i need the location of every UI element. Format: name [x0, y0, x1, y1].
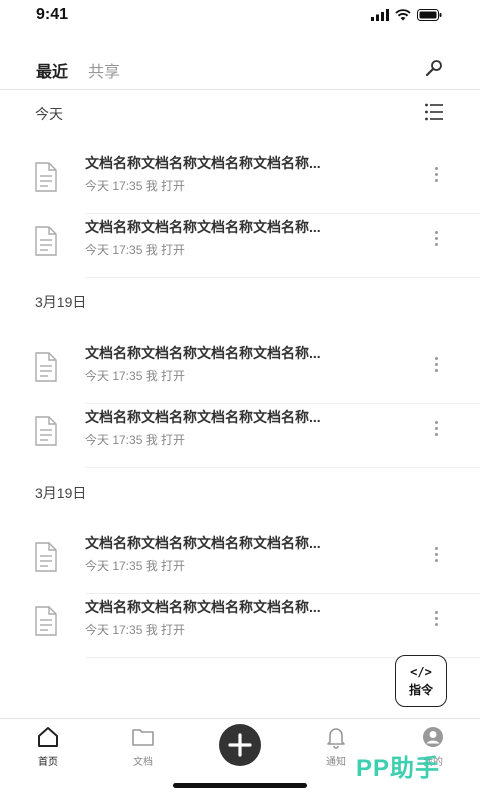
- more-vertical-icon[interactable]: [428, 416, 444, 440]
- doc-title: 文档名称文档名称文档名称文档名称...: [85, 535, 321, 551]
- doc-title: 文档名称文档名称文档名称文档名称...: [85, 345, 321, 361]
- document-icon: [35, 226, 57, 256]
- list-item[interactable]: 文档名称文档名称文档名称文档名称... 今天 17:35 我 打开: [0, 214, 480, 278]
- doc-meta: 今天 17:35 我 打开: [85, 243, 186, 257]
- divider: [85, 467, 480, 468]
- doc-meta: 今天 17:35 我 打开: [85, 559, 186, 573]
- doc-title: 文档名称文档名称文档名称文档名称...: [85, 155, 321, 171]
- doc-title: 文档名称文档名称文档名称文档名称...: [85, 219, 321, 235]
- divider: [85, 277, 480, 278]
- more-vertical-icon[interactable]: [428, 162, 444, 186]
- section-label: 3月19日: [35, 294, 87, 310]
- tab-share[interactable]: 共享: [88, 58, 120, 82]
- plus-icon: [228, 733, 252, 757]
- command-button[interactable]: </> 指令: [395, 655, 447, 707]
- more-vertical-icon[interactable]: [428, 606, 444, 630]
- bell-icon: [327, 728, 345, 749]
- list-item[interactable]: 文档名称文档名称文档名称文档名称... 今天 17:35 我 打开: [0, 340, 480, 404]
- home-icon: [38, 727, 58, 747]
- more-vertical-icon[interactable]: [428, 352, 444, 376]
- section-label: 3月19日: [35, 485, 87, 501]
- nav-home[interactable]: 首页: [18, 725, 78, 773]
- document-icon: [35, 542, 57, 572]
- section-header: 3月19日: [0, 481, 480, 505]
- list-item[interactable]: 文档名称文档名称文档名称文档名称... 今天 17:35 我 打开: [0, 404, 480, 468]
- folder-icon: [132, 729, 154, 746]
- user-icon: [423, 727, 443, 747]
- doc-title: 文档名称文档名称文档名称文档名称...: [85, 599, 321, 615]
- wifi-icon: [395, 9, 411, 21]
- battery-icon: [417, 9, 442, 21]
- document-icon: [35, 162, 57, 192]
- add-button[interactable]: [219, 724, 261, 766]
- list-item[interactable]: 文档名称文档名称文档名称文档名称... 今天 17:35 我 打开: [0, 594, 480, 658]
- doc-meta: 今天 17:35 我 打开: [85, 623, 186, 637]
- tab-recent[interactable]: 最近: [36, 58, 68, 82]
- top-tabs: 最近 共享: [0, 52, 480, 90]
- document-icon: [35, 352, 57, 382]
- list-item[interactable]: 文档名称文档名称文档名称文档名称... 今天 17:35 我 打开: [0, 530, 480, 594]
- section-header: 今天: [0, 102, 480, 126]
- section-header: 3月19日: [0, 290, 480, 314]
- watermark: PP助手: [356, 755, 441, 782]
- status-icons: [371, 9, 442, 21]
- command-label: 指令: [408, 682, 433, 697]
- signal-icon: [371, 9, 389, 21]
- document-icon: [35, 606, 57, 636]
- home-indicator: [173, 783, 307, 788]
- list-item[interactable]: 文档名称文档名称文档名称文档名称... 今天 17:35 我 打开: [0, 150, 480, 214]
- section-label: 今天: [35, 106, 63, 122]
- doc-meta: 今天 17:35 我 打开: [85, 433, 186, 447]
- list-view-icon[interactable]: [424, 102, 444, 122]
- document-icon: [35, 416, 57, 446]
- status-time: 9:41: [36, 6, 69, 23]
- nav-docs-label: 文档: [133, 757, 153, 768]
- nav-home-label: 首页: [38, 757, 58, 768]
- doc-title: 文档名称文档名称文档名称文档名称...: [85, 409, 321, 425]
- more-vertical-icon[interactable]: [428, 226, 444, 250]
- doc-meta: 今天 17:35 我 打开: [85, 369, 186, 383]
- search-icon[interactable]: [424, 58, 444, 78]
- nav-docs[interactable]: 文档: [113, 725, 173, 773]
- nav-notify-label: 通知: [326, 757, 346, 768]
- code-icon: </>: [410, 664, 432, 679]
- status-bar: 9:41: [0, 0, 480, 34]
- more-vertical-icon[interactable]: [428, 542, 444, 566]
- doc-meta: 今天 17:35 我 打开: [85, 179, 186, 193]
